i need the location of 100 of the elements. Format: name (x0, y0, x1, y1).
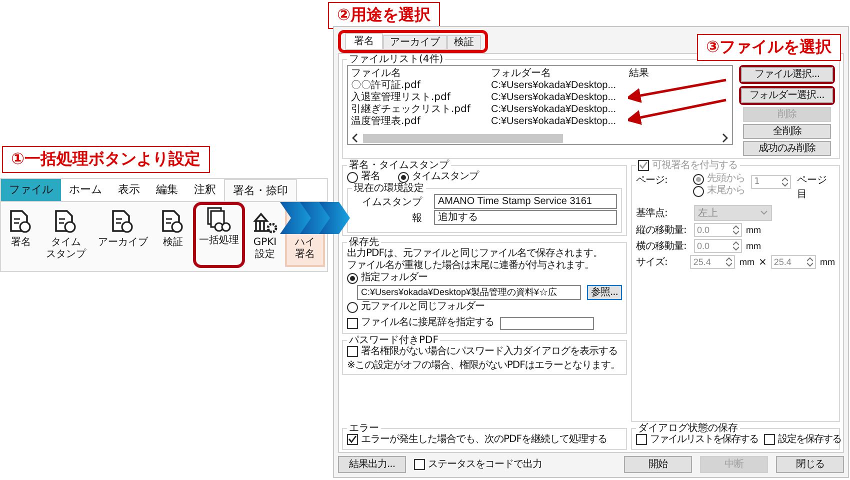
radio-button[interactable] (398, 172, 409, 182)
option-label: 先頭から (707, 173, 746, 184)
option-label: 署名 (361, 171, 380, 183)
certificate-document-icon (160, 209, 186, 235)
ribbon-tab[interactable]: ファイル (1, 179, 61, 201)
dialog-button[interactable]: 開始 (624, 456, 692, 473)
group-label: 保存先 (349, 237, 380, 248)
group-label: 現在の環境設定 (353, 183, 425, 194)
column-header[interactable]: 結果 (629, 67, 729, 80)
scrollbar[interactable] (351, 132, 729, 144)
ribbon-button[interactable]: GPKI 設定 (247, 205, 283, 267)
ribbon-button[interactable]: 署名 (3, 205, 39, 267)
field-label: 縦の移動量: (636, 224, 688, 237)
ribbon-tab[interactable]: 編集 (148, 179, 186, 201)
callout-label: ①一括処理ボタンより設定 (2, 146, 210, 173)
document-stack-icon (206, 207, 232, 233)
callout-label: ③ファイルを選択 (697, 34, 841, 61)
tab[interactable]: 署名 (345, 33, 383, 50)
group-label: エラー (348, 422, 380, 434)
table-cell-text: C:¥Users¥okada¥Desktop... (491, 92, 618, 104)
option-label: 末尾から (707, 185, 746, 197)
note-text: 出力PDFは、元ファイルと同じファイル名で保存されます。 (347, 248, 604, 260)
checkbox[interactable] (764, 434, 775, 445)
spin-arrows-icon[interactable] (733, 225, 739, 235)
group-label: パスワード付きPDF (348, 334, 440, 346)
field-label: ページ: (636, 174, 668, 187)
times-sign: × (758, 256, 767, 268)
table-cell-text: 〇〇許可証.pdf (351, 80, 422, 92)
list-button[interactable]: 全削除 (743, 124, 831, 139)
table-cell-text: C:¥Users¥okada¥Desktop... (491, 116, 618, 128)
checkbox[interactable] (347, 434, 358, 445)
list-button[interactable]: ファイル選択... (741, 67, 833, 82)
tab[interactable]: アーカイブ (383, 35, 447, 50)
chevron-right-icon[interactable] (721, 133, 729, 143)
radio-button[interactable] (347, 172, 358, 182)
checkbox[interactable] (636, 434, 647, 445)
note-text: ※この設定がオフの場合、権限がないPDFはエラーとなります。 (347, 360, 621, 372)
ribbon-button[interactable]: 検証 (155, 205, 191, 267)
unit-label: mm (746, 225, 761, 235)
folder-path-field[interactable]: C:¥Users¥okada¥Desktop¥製品管理の資料¥☆広 (357, 285, 581, 300)
browse-button[interactable]: 参照... (586, 285, 622, 300)
ribbon-button[interactable]: アーカイブ (93, 205, 153, 267)
file-list[interactable]: ファイル名 フォルダー名 結果 〇〇許可証.pdf C:¥Users¥okada¥Desktop... 入退室管理リスト.pdf C:¥Users¥okada¥Desktop... 引継ぎチェックリスト.pdf C:¥Users¥okada¥Desktop... 温度管理表.pdf C:¥Users¥okada¥Desktop... (347, 65, 733, 145)
table-cell-text: 温度管理表.pdf (351, 116, 422, 128)
arrow-drawing (280, 202, 350, 234)
suffix-field[interactable] (500, 316, 594, 330)
certificate-document-icon (8, 209, 34, 235)
option-label: タイムスタンプ (412, 171, 478, 182)
list-button[interactable]: 成功のみ削除 (743, 141, 831, 156)
option-label: 指定フォルダー (361, 272, 428, 284)
group-label: 署名・タイムスタンプ (348, 160, 450, 171)
checkbox-label: 設定を保存する (778, 434, 841, 446)
checkbox-label: エラーが発生した場合でも、次のPDFを継続して処理する (361, 434, 607, 446)
group-label: ファイルリスト(4件) (348, 54, 444, 65)
spin-arrows-icon[interactable] (733, 241, 739, 251)
note-text: ファイル名が重複した場合は末尾に連番が付与されます。 (347, 260, 595, 272)
spin-arrows-icon[interactable] (726, 257, 732, 267)
table-cell-text: 入退室管理リスト.pdf (351, 92, 452, 104)
table-cell-text: C:¥Users¥okada¥Desktop... (491, 104, 618, 116)
unit-label: mm (746, 241, 761, 251)
radio-button[interactable] (347, 272, 358, 284)
column-header[interactable]: ファイル名 (351, 67, 491, 80)
export-results-button[interactable]: 結果出力... (338, 456, 406, 473)
spin-arrows-icon[interactable] (807, 257, 813, 267)
unit-label: ページ目 (797, 174, 828, 201)
unit-label: mm (739, 257, 754, 267)
checkbox[interactable] (347, 318, 358, 328)
ribbon-button[interactable]: 一括処理 (193, 202, 245, 268)
table-cell-text: C:¥Users¥okada¥Desktop... (491, 80, 618, 92)
radio-button[interactable] (347, 302, 358, 312)
chevron-left-icon[interactable] (351, 133, 359, 143)
ribbon-tab[interactable]: 注釈 (186, 179, 224, 201)
field-label: サイズ: (636, 256, 668, 269)
certificate-document-icon (53, 209, 79, 235)
field-label: イムスタンプ (361, 196, 424, 208)
group-label: ダイアログ状態の保存 (637, 422, 738, 434)
field-label: 横の移動量: (636, 240, 688, 253)
text-field[interactable]: AMANO Time Stamp Service 3161 (434, 194, 617, 209)
checkbox[interactable] (414, 459, 425, 470)
checkbox-label: 署名権限がない場合にパスワード入力ダイアログを表示する (361, 346, 618, 358)
dialog-button[interactable]: 閉じる (776, 456, 844, 473)
field-label: 基準点: (636, 206, 668, 220)
list-button[interactable]: フォルダー選択... (741, 88, 833, 103)
tab[interactable]: 検証 (447, 35, 481, 50)
ribbon-tab[interactable]: 署名・捺印 (224, 179, 297, 201)
ribbon-tab[interactable]: ホーム (61, 179, 110, 201)
text-field[interactable]: 追加する (434, 210, 617, 225)
ribbon-button[interactable]: タイム スタンプ (41, 205, 91, 267)
table-cell-text: 引継ぎチェックリスト.pdf (351, 104, 472, 116)
column-header[interactable]: フォルダー名 (491, 67, 629, 80)
checkbox-label: ファイル名に接尾辞を指定する (361, 317, 494, 329)
checkbox-label: ファイルリストを保存する (650, 434, 758, 446)
field-label: 報 (411, 212, 423, 224)
certificate-document-icon (110, 209, 136, 235)
ribbon-tab[interactable]: 表示 (110, 179, 148, 201)
spin-arrows-icon[interactable] (782, 177, 788, 187)
unit-label: mm (820, 257, 835, 267)
checkbox[interactable] (347, 346, 358, 357)
option-label: 元ファイルと同じフォルダー (361, 301, 484, 313)
checkbox-label: 可視署名を付与する (652, 160, 738, 171)
